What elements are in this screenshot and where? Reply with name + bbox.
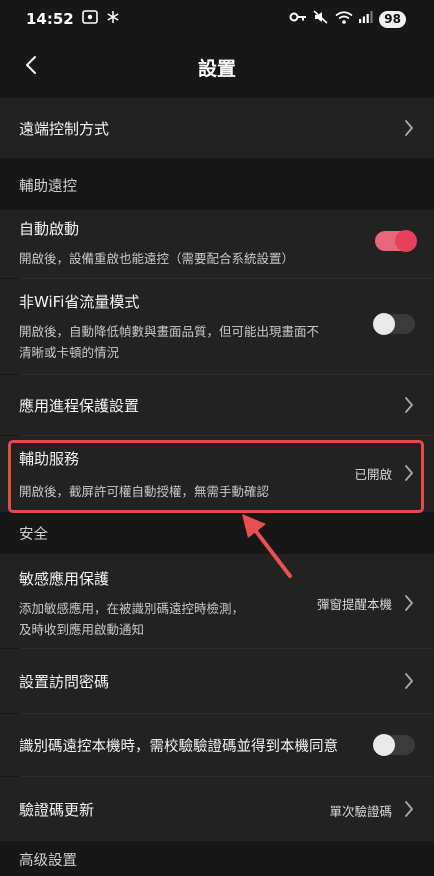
verification-code-update-label: 驗證碼更新 [19,801,95,819]
non-wifi-saving-toggle[interactable] [373,313,415,335]
mute-icon [313,10,329,28]
key-icon [289,11,307,27]
chevron-right-icon [402,592,416,614]
non-wifi-saving-description-line1: 開啟後，自動降低幀數與畫面品質，但可能出現畫面不 [19,324,320,339]
code-verification-row: 識別碼遠控本機時，需校驗驗證碼並得到本機同意 [0,714,434,776]
toggle-knob [373,734,395,756]
wifi-icon [335,10,353,28]
section-header-security: 安全 [19,526,48,543]
accessibility-service-description: 開啟後，截屏許可權自動授權，無需手動確認 [19,484,270,499]
accessibility-service-row[interactable]: 輔助服務 開啟後，截屏許可權自動授權，無需手動確認 已開啟 [0,436,434,512]
chevron-right-icon [402,394,416,416]
remote-control-method-label: 遠端控制方式 [19,120,110,138]
screenshot-icon [81,10,98,28]
snowflake-icon [106,10,120,28]
chevron-right-icon [402,117,416,139]
chevron-right-icon [402,798,416,820]
status-bar: 14:52 98 [0,0,434,38]
sensitive-app-protection-description-line2: 及時收到應用啟動通知 [19,622,145,637]
chevron-left-icon [25,55,37,79]
auto-start-row: 自動啟動 開啟後，設備重啟也能遠控（需要配合系統設置） [0,210,434,278]
sensitive-app-protection-row[interactable]: 敏感應用保護 添加敏感應用，在被識別碼遠控時檢測， 及時收到應用啟動通知 彈窗提… [0,554,434,648]
process-protection-label: 應用進程保護設置 [19,397,140,415]
verification-code-update-value: 單次驗證碼 [329,804,392,819]
code-verification-label: 識別碼遠控本機時，需校驗驗證碼並得到本機同意 [19,739,338,755]
page-title: 設置 [197,57,236,80]
accessibility-service-label: 輔助服務 [19,450,80,468]
chevron-right-icon [402,670,416,692]
accessibility-service-status: 已開啟 [354,467,392,482]
navigation-bar: 設置 [0,38,434,96]
chevron-right-icon [402,462,416,484]
toggle-knob [395,230,417,252]
auto-start-toggle[interactable] [375,230,417,252]
section-header-advanced: 高级設置 [19,852,77,869]
remote-control-method-row[interactable]: 遠端控制方式 [0,98,434,158]
back-button[interactable] [14,50,48,84]
auto-start-label: 自動啟動 [19,220,80,238]
non-wifi-saving-label: 非WiFi省流量模式 [19,293,140,311]
verification-code-update-row[interactable]: 驗證碼更新 單次驗證碼 [0,777,434,841]
sensitive-app-protection-value: 彈窗提醒本機 [316,597,392,612]
battery-badge: 98 [379,10,406,28]
sensitive-app-protection-label: 敏感應用保護 [19,570,110,588]
signal-icon [359,11,373,27]
section-header-assist: 輔助遠控 [19,178,77,195]
auto-start-description: 開啟後，設備重啟也能遠控（需要配合系統設置） [19,251,295,266]
arrow-annotation-icon [228,508,308,592]
access-password-label: 設置訪問密碼 [19,673,110,691]
toggle-knob [373,313,395,335]
process-protection-row[interactable]: 應用進程保護設置 [0,375,434,435]
non-wifi-saving-description-line2: 清晰或卡頓的情況 [19,345,120,360]
status-time: 14:52 [26,10,74,28]
non-wifi-saving-row: 非WiFi省流量模式 開啟後，自動降低幀數與畫面品質，但可能出現畫面不 清晰或卡… [0,279,434,374]
sensitive-app-protection-description-line1: 添加敏感應用，在被識別碼遠控時檢測， [19,601,245,616]
access-password-row[interactable]: 設置訪問密碼 [0,649,434,713]
code-verification-toggle[interactable] [373,734,415,756]
